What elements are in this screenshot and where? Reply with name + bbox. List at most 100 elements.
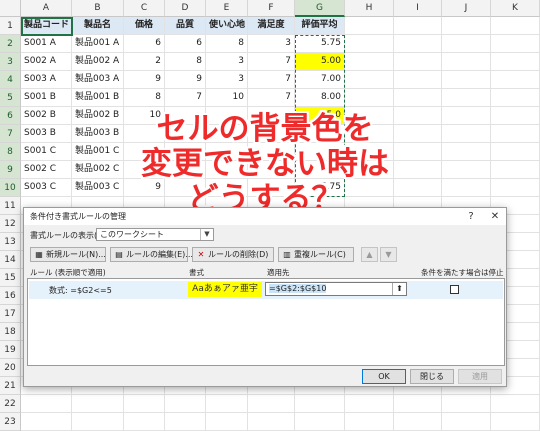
row-header-2[interactable]: 2	[0, 35, 21, 53]
rule-row[interactable]: 数式: =$G2<=5 Aaあぁアァ亜宇 =$G$2:$G$10 ⬆	[29, 281, 503, 299]
row-header-7[interactable]: 7	[0, 125, 21, 143]
cell[interactable]	[491, 107, 540, 125]
data-cell[interactable]: 7	[248, 89, 295, 107]
row-header-11[interactable]: 11	[0, 197, 21, 215]
row-header-16[interactable]: 16	[0, 287, 21, 305]
cell[interactable]	[248, 395, 295, 413]
header-cell[interactable]: 価格	[124, 17, 165, 35]
data-cell[interactable]: 7	[248, 53, 295, 71]
cell[interactable]	[248, 413, 295, 431]
data-cell[interactable]: S002 C	[21, 161, 72, 179]
row-header-22[interactable]: 22	[0, 395, 21, 413]
data-cell[interactable]: S001 B	[21, 89, 72, 107]
header-cell[interactable]: 評価平均	[295, 17, 345, 35]
cell[interactable]	[394, 89, 442, 107]
cell[interactable]	[72, 413, 124, 431]
row-header-3[interactable]: 3	[0, 53, 21, 71]
row-header-14[interactable]: 14	[0, 251, 21, 269]
column-header-g[interactable]: G	[295, 0, 345, 17]
data-cell[interactable]: 3	[206, 71, 248, 89]
move-up-button[interactable]: ▲	[361, 247, 378, 262]
cell[interactable]	[345, 395, 394, 413]
ok-button[interactable]: OK	[362, 369, 406, 384]
move-down-button[interactable]: ▼	[380, 247, 397, 262]
cell[interactable]	[345, 413, 394, 431]
header-cell[interactable]: 製品名	[72, 17, 124, 35]
cell[interactable]	[442, 53, 491, 71]
data-cell[interactable]: 6	[165, 35, 206, 53]
data-cell[interactable]: 3	[206, 53, 248, 71]
row-header-21[interactable]: 21	[0, 377, 21, 395]
applies-to-input[interactable]: =$G$2:$G$10 ⬆	[265, 282, 407, 296]
data-cell[interactable]: 8	[206, 35, 248, 53]
data-cell[interactable]: S002 A	[21, 53, 72, 71]
data-cell[interactable]: S003 C	[21, 179, 72, 197]
cell[interactable]	[72, 395, 124, 413]
cell[interactable]	[442, 125, 491, 143]
data-cell[interactable]: S003 A	[21, 71, 72, 89]
cell[interactable]	[442, 107, 491, 125]
data-cell[interactable]: S003 B	[21, 125, 72, 143]
column-header-d[interactable]: D	[165, 0, 206, 17]
help-icon[interactable]: ?	[464, 210, 478, 223]
stop-if-true-checkbox[interactable]	[450, 285, 459, 294]
data-cell[interactable]: 製品001 A	[72, 35, 124, 53]
header-cell[interactable]: 品質	[165, 17, 206, 35]
cell[interactable]	[491, 35, 540, 53]
duplicate-rule-button[interactable]: ▥ 重複ルール(C)	[278, 247, 354, 262]
cell[interactable]	[165, 413, 206, 431]
cell[interactable]	[206, 395, 248, 413]
cell[interactable]	[442, 17, 491, 35]
cell[interactable]	[345, 89, 394, 107]
row-header-10[interactable]: 10	[0, 179, 21, 197]
cell[interactable]	[394, 413, 442, 431]
cell[interactable]	[124, 395, 165, 413]
cell[interactable]	[394, 53, 442, 71]
cell[interactable]	[442, 71, 491, 89]
header-cell[interactable]: 満足度	[248, 17, 295, 35]
data-cell[interactable]: 10	[206, 89, 248, 107]
column-header-h[interactable]: H	[345, 0, 394, 17]
row-header-20[interactable]: 20	[0, 359, 21, 377]
column-header-e[interactable]: E	[206, 0, 248, 17]
cell[interactable]	[124, 413, 165, 431]
data-cell[interactable]: 7	[165, 89, 206, 107]
cell[interactable]	[394, 71, 442, 89]
cell[interactable]	[491, 89, 540, 107]
row-header-17[interactable]: 17	[0, 305, 21, 323]
cell[interactable]	[491, 17, 540, 35]
rules-list[interactable]: 数式: =$G2<=5 Aaあぁアァ亜宇 =$G$2:$G$10 ⬆	[27, 278, 505, 366]
data-cell[interactable]: 製品001 B	[72, 89, 124, 107]
cell[interactable]	[345, 17, 394, 35]
cell[interactable]	[394, 17, 442, 35]
row-header-1[interactable]: 1	[0, 17, 21, 35]
edit-rule-button[interactable]: ▤ ルールの編集(E)...	[110, 247, 193, 262]
column-header-j[interactable]: J	[442, 0, 491, 17]
row-header-12[interactable]: 12	[0, 215, 21, 233]
cell[interactable]	[442, 35, 491, 53]
cell[interactable]	[206, 413, 248, 431]
row-header-19[interactable]: 19	[0, 341, 21, 359]
cell[interactable]	[21, 395, 72, 413]
cell[interactable]	[442, 89, 491, 107]
cell[interactable]	[295, 395, 345, 413]
cell[interactable]	[394, 395, 442, 413]
data-cell[interactable]: S002 B	[21, 107, 72, 125]
data-cell[interactable]: 3	[248, 35, 295, 53]
new-rule-button[interactable]: ▦ 新規ルール(N)...	[30, 247, 106, 262]
data-cell[interactable]: 8	[124, 89, 165, 107]
cell[interactable]	[21, 413, 72, 431]
data-cell[interactable]: 製品003 A	[72, 71, 124, 89]
cell[interactable]	[345, 53, 394, 71]
data-cell[interactable]: 6	[124, 35, 165, 53]
cell[interactable]	[345, 35, 394, 53]
cell[interactable]	[491, 125, 540, 143]
delete-rule-button[interactable]: ✕ ルールの削除(D)	[192, 247, 274, 262]
column-header-f[interactable]: F	[248, 0, 295, 17]
data-cell[interactable]: 8	[165, 53, 206, 71]
data-cell[interactable]: 製品002 A	[72, 53, 124, 71]
cell[interactable]	[491, 179, 540, 197]
data-cell[interactable]: S001 C	[21, 143, 72, 161]
apply-button[interactable]: 適用	[458, 369, 502, 384]
cell[interactable]	[491, 143, 540, 161]
